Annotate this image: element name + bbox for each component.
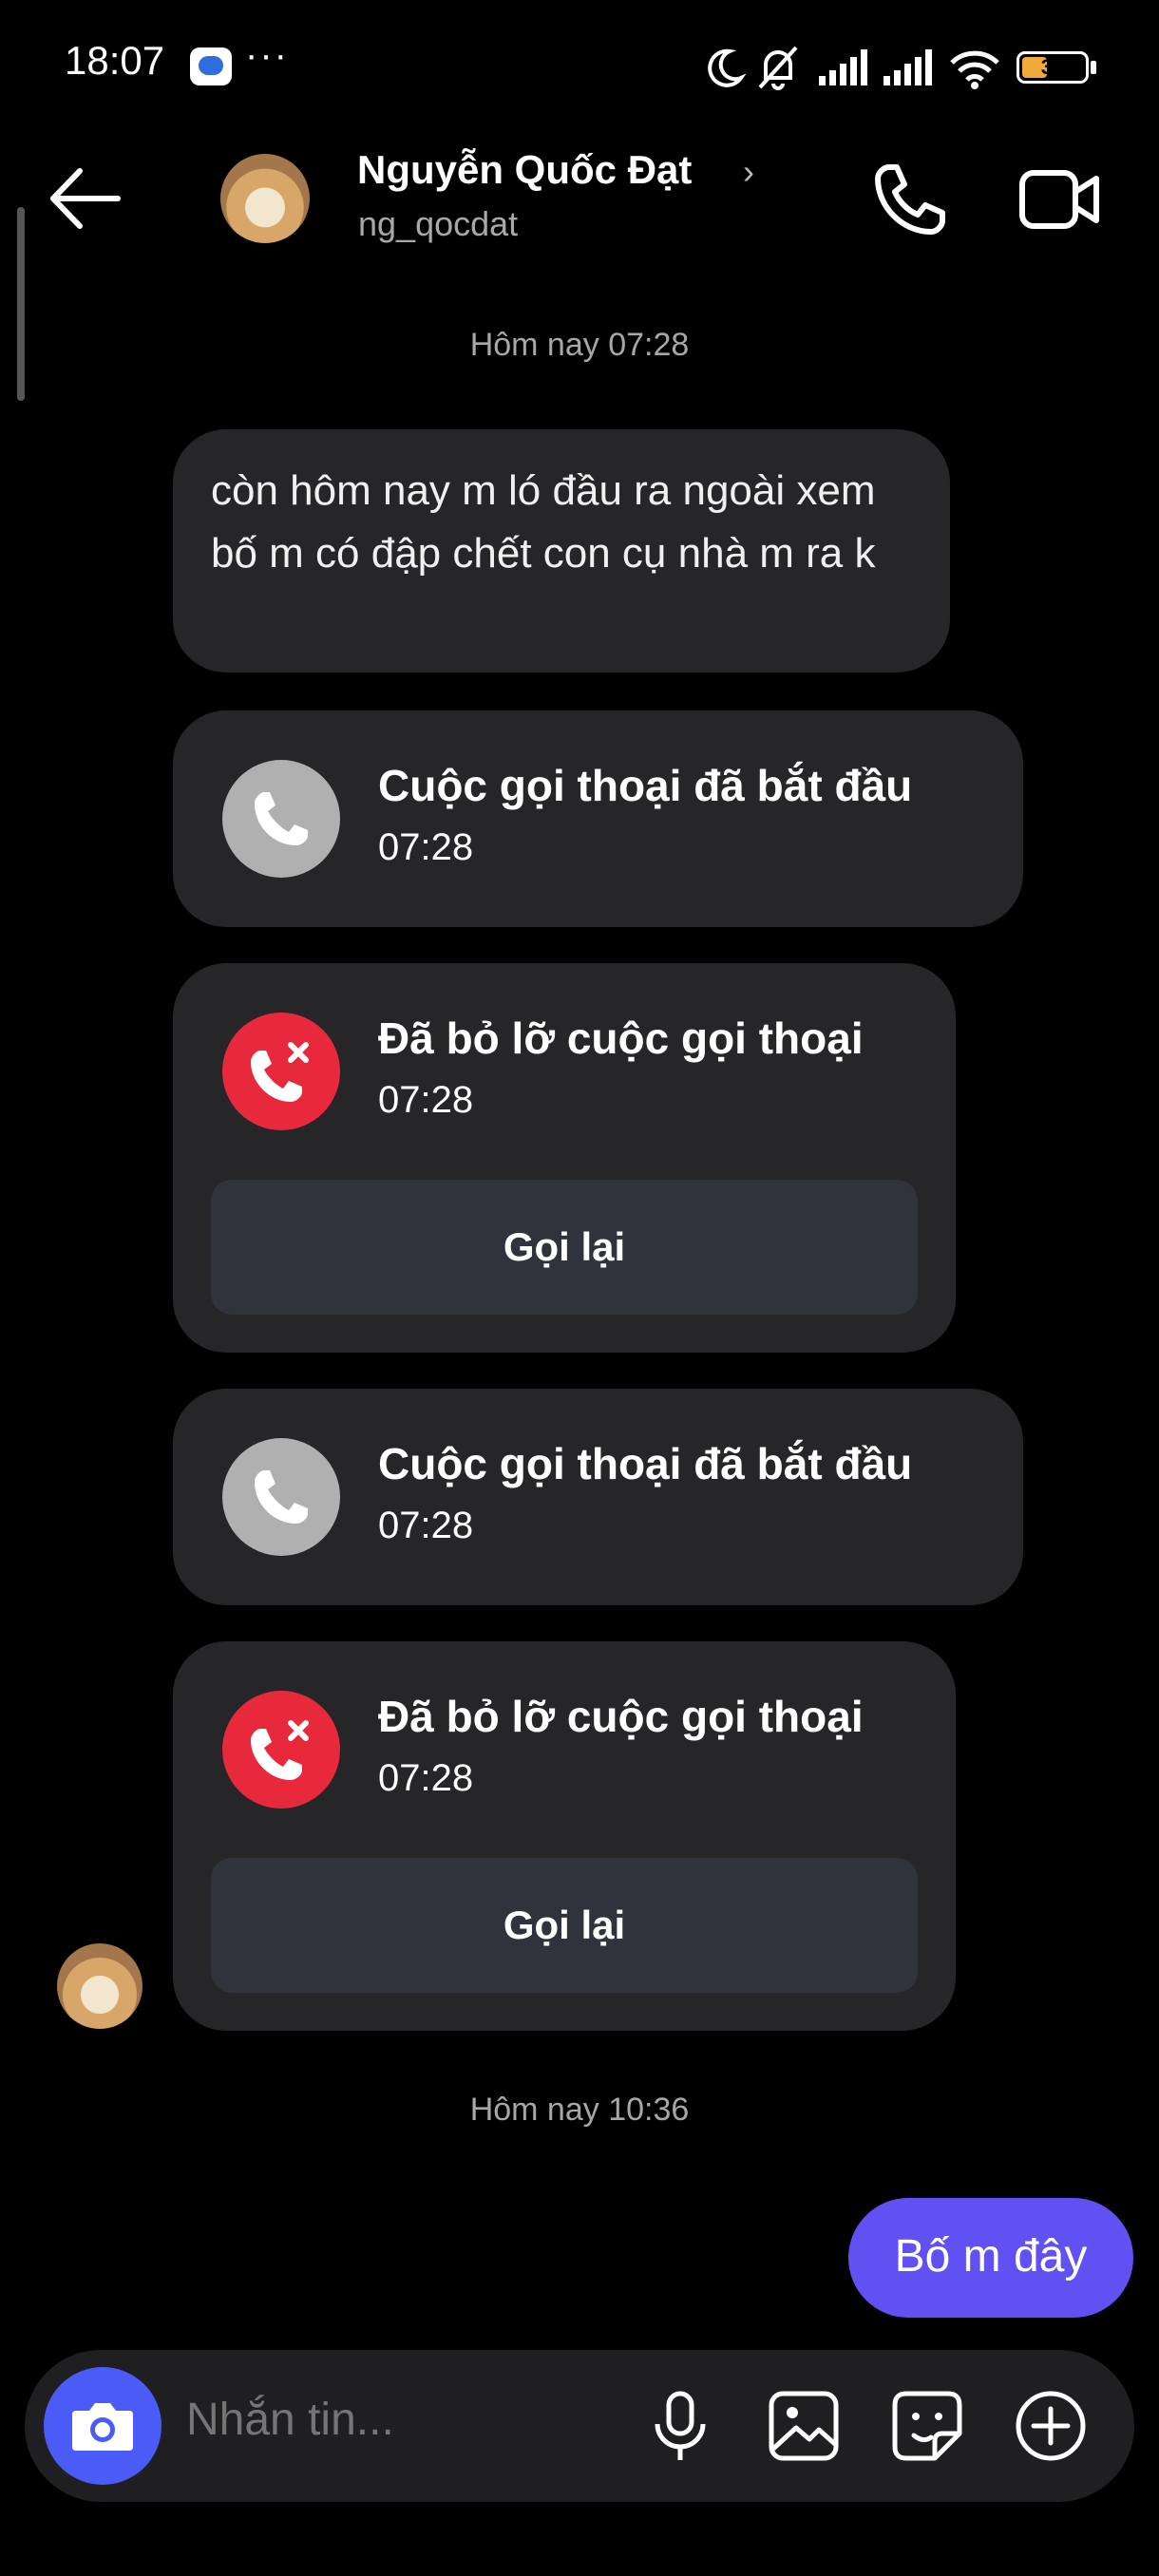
message-text: còn hôm nay m ló đầu ra ngoài xem bố m c… <box>211 467 876 577</box>
signal-icon <box>819 49 867 85</box>
call-title: Đã bỏ lỡ cuộc gọi thoại <box>378 1692 864 1741</box>
call-back-button[interactable]: Gọi lại <box>211 1858 918 1993</box>
scroll-indicator[interactable] <box>17 207 25 401</box>
status-time: 18:07 <box>65 38 165 83</box>
call-time: 07:28 <box>378 1079 474 1121</box>
outgoing-message-bubble[interactable]: Bố m đây <box>848 2198 1133 2318</box>
more-notifications-icon: ··· <box>245 34 289 76</box>
voice-call-button[interactable] <box>870 160 950 239</box>
signal-icon <box>884 49 932 85</box>
wifi-icon <box>950 50 999 89</box>
phone-icon <box>222 760 340 878</box>
call-title: Cuộc gọi thoại đã bắt đầu <box>378 761 913 810</box>
microphone-icon[interactable] <box>640 2386 720 2466</box>
call-time: 07:28 <box>378 1505 474 1546</box>
call-time: 07:28 <box>378 826 474 868</box>
moon-icon <box>708 48 747 87</box>
timestamp: Hôm nay 10:36 <box>469 2092 690 2128</box>
phone-icon <box>222 1438 340 1556</box>
message-input[interactable] <box>186 2394 585 2446</box>
missed-call-icon <box>222 1013 340 1130</box>
chevron-right-icon[interactable]: › <box>743 152 754 192</box>
back-arrow-icon[interactable] <box>48 163 124 234</box>
missed-call-icon <box>222 1691 340 1809</box>
add-icon[interactable] <box>1011 2386 1091 2466</box>
call-back-button[interactable]: Gọi lại <box>211 1180 918 1315</box>
gallery-icon[interactable] <box>764 2386 844 2466</box>
call-title: Đã bỏ lỡ cuộc gọi thoại <box>378 1013 864 1063</box>
contact-avatar[interactable] <box>220 154 310 243</box>
sender-avatar[interactable] <box>57 1943 142 2029</box>
messenger-notification-icon <box>190 47 232 85</box>
contact-handle[interactable]: ng_qocdat <box>358 204 518 244</box>
call-title: Cuộc gọi thoại đã bắt đầu <box>378 1439 913 1488</box>
contact-name[interactable]: Nguyễn Quốc Đạt <box>357 147 692 193</box>
sticker-icon[interactable] <box>887 2386 967 2466</box>
bell-off-icon <box>758 46 798 90</box>
message-text: Bố m đây <box>894 2231 1088 2282</box>
call-time: 07:28 <box>378 1757 474 1799</box>
battery-icon: 35 <box>1016 51 1089 84</box>
video-call-button[interactable] <box>1016 161 1102 237</box>
camera-button[interactable] <box>44 2367 162 2485</box>
battery-level: 35 <box>1040 55 1065 79</box>
camera-icon <box>72 2403 133 2451</box>
timestamp: Hôm nay 07:28 <box>469 327 690 363</box>
battery-tip <box>1091 61 1096 74</box>
